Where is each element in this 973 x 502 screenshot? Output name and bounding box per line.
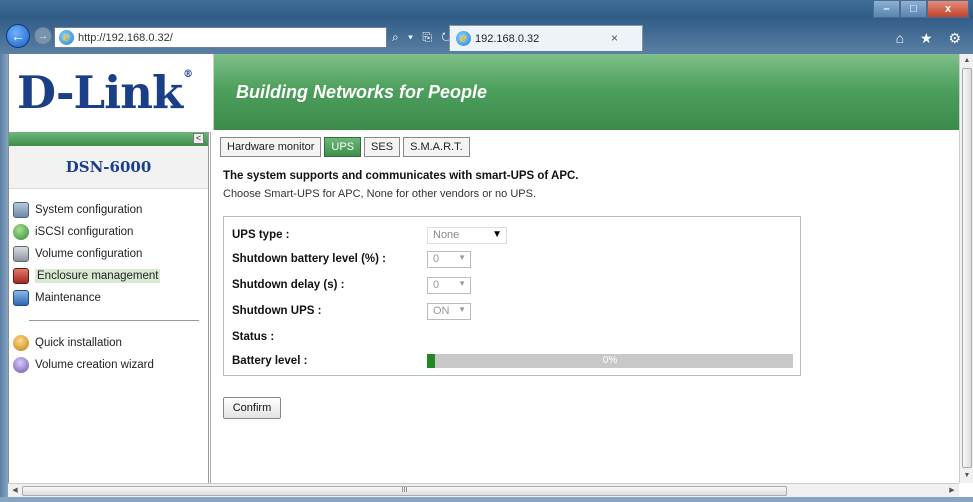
browser-chrome: ← → e http://192.168.0.32/ ⌕ ▾ ⎘ ↻ ✕ e 1… <box>0 0 973 54</box>
close-window-button[interactable]: x <box>927 0 969 18</box>
volume-icon <box>13 246 29 262</box>
shutdown-battery-select[interactable]: 0 ▼ <box>427 250 471 268</box>
ups-type-label: UPS type : <box>232 229 290 241</box>
address-bar[interactable]: e http://192.168.0.32/ <box>54 27 387 48</box>
ups-form: UPS type : None ▼ Shutdown battery level… <box>223 216 801 376</box>
back-button[interactable]: ← <box>6 24 30 48</box>
device-name: DSN-6000 <box>9 146 208 189</box>
page: D-Link® Building Networks for People < D… <box>8 54 959 483</box>
browser-tab[interactable]: e 192.168.0.32 × <box>449 25 643 51</box>
forward-arrow-icon: → <box>37 30 49 42</box>
status-label: Status : <box>232 331 275 343</box>
scroll-down-icon[interactable]: ▼ <box>962 470 972 482</box>
window-frame-bottom <box>0 497 973 502</box>
dlink-logo: D-Link® <box>17 65 193 119</box>
shutdown-delay-select[interactable]: 0 ▼ <box>427 276 471 294</box>
sidebar-item-iscsi-configuration[interactable]: iSCSI configuration <box>9 221 208 243</box>
sidebar-item-volume-configuration[interactable]: Volume configuration <box>9 243 208 265</box>
scroll-up-icon[interactable]: ▲ <box>962 55 972 67</box>
logo-box: D-Link® <box>9 54 214 130</box>
tab-ie-icon: e <box>456 31 471 46</box>
sidebar-top-bar: < <box>9 132 208 146</box>
shutdown-ups-row: Shutdown UPS : ON ▼ <box>232 302 471 320</box>
tab-smart[interactable]: S.M.A.R.T. <box>403 137 470 157</box>
ups-type-select[interactable]: None ▼ <box>427 226 507 244</box>
battery-progress-text: 0% <box>602 355 618 366</box>
sidebar-item-enclosure-management[interactable]: Enclosure management <box>9 265 208 287</box>
vertical-scroll-thumb[interactable] <box>962 68 972 468</box>
ie-page-icon: e <box>59 30 74 45</box>
forward-button[interactable]: → <box>34 27 52 45</box>
horizontal-scroll-thumb[interactable]: III <box>22 486 787 496</box>
window-controls: – □ x <box>873 0 969 18</box>
tab-close-icon[interactable]: × <box>611 31 618 45</box>
iscsi-globe-icon <box>13 224 29 240</box>
sidebar-menu: System configuration iSCSI configuration… <box>9 199 208 309</box>
sidebar-item-maintenance[interactable]: Maintenance <box>9 287 208 309</box>
horizontal-scrollbar[interactable]: ◀ III ▶ <box>8 483 959 497</box>
sidebar: < DSN-6000 System configuration iSCSI co… <box>9 132 209 483</box>
window-frame-left <box>0 54 8 502</box>
tab-ups[interactable]: UPS <box>324 137 362 157</box>
dropdown-arrow-icon: ▼ <box>458 304 466 314</box>
collapse-sidebar-button[interactable]: < <box>193 133 204 144</box>
dropdown-arrow-icon: ▼ <box>492 228 502 240</box>
sidebar-item-quick-installation[interactable]: Quick installation <box>9 332 208 354</box>
tab-hardware-monitor[interactable]: Hardware monitor <box>220 137 322 157</box>
main-content: Hardware monitor UPS SES S.M.A.R.T. The … <box>210 132 959 483</box>
tagline: Building Networks for People <box>236 81 488 102</box>
ups-support-text: The system supports and communicates wit… <box>223 170 579 182</box>
ups-type-row: UPS type : None ▼ <box>232 226 507 244</box>
battery-level-label: Battery level : <box>232 355 308 367</box>
tab-ses[interactable]: SES <box>364 137 401 157</box>
tab-bar: Hardware monitor UPS SES S.M.A.R.T. <box>220 137 473 157</box>
sidebar-extra-menu: Quick installation Volume creation wizar… <box>9 332 208 376</box>
ups-choose-text: Choose Smart-UPS for APC, None for other… <box>223 188 537 200</box>
wizard-icon <box>13 357 29 373</box>
shutdown-delay-label: Shutdown delay (s) : <box>232 279 345 291</box>
dropdown-arrow-icon: ▼ <box>458 252 466 262</box>
battery-progress-bar: 0% <box>427 354 793 368</box>
quick-install-icon <box>13 335 29 351</box>
vertical-scrollbar[interactable]: ▲ ▼ <box>959 54 973 483</box>
confirm-button[interactable]: Confirm <box>223 397 281 419</box>
maintenance-icon <box>13 290 29 306</box>
dropdown-arrow-icon: ▼ <box>458 278 466 288</box>
shutdown-delay-row: Shutdown delay (s) : 0 ▼ <box>232 276 471 294</box>
shutdown-battery-label: Shutdown battery level (%) : <box>232 253 386 265</box>
sidebar-item-volume-creation-wizard[interactable]: Volume creation wizard <box>9 354 208 376</box>
tab-title: 192.168.0.32 <box>475 32 540 45</box>
battery-row: Battery level : 0% <box>232 352 793 370</box>
scroll-right-icon[interactable]: ▶ <box>946 485 958 497</box>
back-arrow-icon: ← <box>11 28 25 44</box>
scroll-left-icon[interactable]: ◀ <box>9 485 21 497</box>
minimize-button[interactable]: – <box>873 0 900 18</box>
address-url: http://192.168.0.32/ <box>78 31 173 44</box>
sidebar-item-system-configuration[interactable]: System configuration <box>9 199 208 221</box>
banner: Building Networks for People <box>214 54 959 130</box>
shutdown-ups-label: Shutdown UPS : <box>232 305 322 317</box>
header: D-Link® Building Networks for People <box>9 54 959 130</box>
enclosure-icon <box>13 268 29 284</box>
system-config-icon <box>13 202 29 218</box>
maximize-button[interactable]: □ <box>900 0 927 18</box>
shutdown-battery-row: Shutdown battery level (%) : 0 ▼ <box>232 250 471 268</box>
home-favorites-tools-icons[interactable]: ⌂ ★ ⚙ <box>896 30 967 47</box>
sidebar-divider <box>29 320 199 321</box>
shutdown-ups-select[interactable]: ON ▼ <box>427 302 471 320</box>
status-row: Status : <box>232 328 427 346</box>
